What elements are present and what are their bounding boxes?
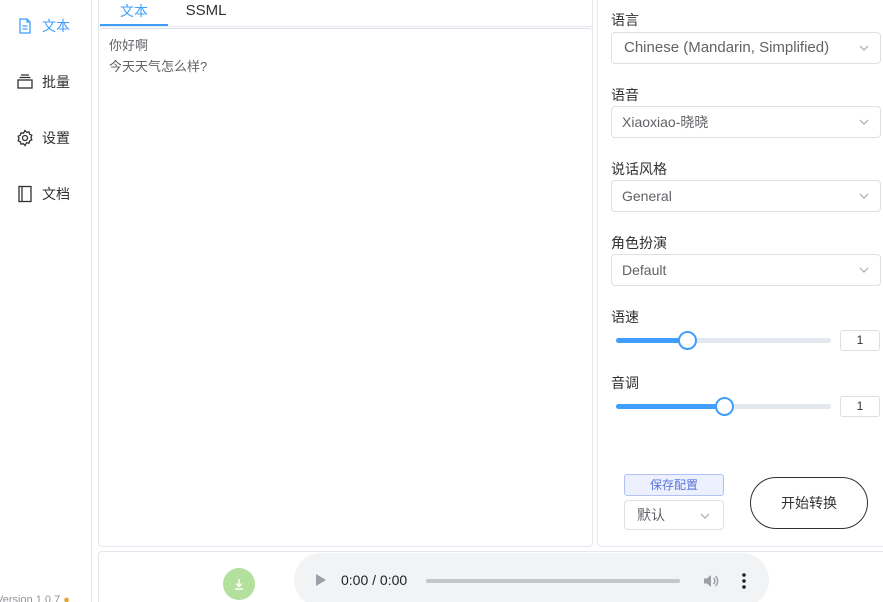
speed-label: 语速 [611,309,639,325]
audio-player: 0:00 / 0:00 [294,553,769,602]
text-input[interactable]: 你好啊 今天天气怎么样? [99,28,592,546]
role-label: 角色扮演 [611,235,667,251]
audio-progress-bar[interactable] [426,579,680,583]
language-select[interactable]: Chinese (Mandarin, Simplified) [611,32,881,64]
language-label: 语言 [611,12,639,28]
sidebar-item-label: 批量 [42,74,70,90]
role-value: Default [622,262,667,278]
speed-input[interactable]: 1 [840,330,880,351]
settings-panel: 语言 Chinese (Mandarin, Simplified) 语音 Xia… [597,0,883,547]
document-icon [16,17,34,35]
player-bar: 0:00 / 0:00 [98,551,883,602]
notebook-icon [16,185,34,203]
pitch-input[interactable]: 1 [840,396,880,417]
style-label: 说话风格 [611,161,667,177]
batch-icon [16,73,34,91]
editor-tabs: 文本 SSML [99,0,592,27]
sidebar: 文本 批量 设置 文档 Version 1.0.7 ● [0,0,92,602]
update-dot-icon: ● [63,594,70,602]
sidebar-item-batch[interactable]: 批量 [16,70,70,94]
sidebar-item-settings[interactable]: 设置 [16,126,70,150]
more-options-icon[interactable] [737,572,751,590]
style-value: General [622,188,672,204]
slider-thumb[interactable] [714,397,734,416]
slider-fill [616,404,724,409]
chevron-down-icon [700,513,710,519]
pitch-slider[interactable] [616,396,831,416]
tab-ssml[interactable]: SSML [177,0,235,26]
download-button[interactable] [223,568,255,600]
download-icon [235,579,243,590]
style-select[interactable]: General [611,180,881,212]
voice-select[interactable]: Xiaoxiao-晓晓 [611,106,881,138]
sidebar-item-label: 文本 [42,18,70,34]
slider-thumb[interactable] [677,331,697,350]
gear-icon [16,129,34,147]
chevron-down-icon [859,119,869,125]
sidebar-item-label: 设置 [42,130,70,146]
preset-value: 默认 [637,507,665,523]
tab-text[interactable]: 文本 [100,0,168,26]
chevron-down-icon [859,193,869,199]
chevron-down-icon [859,45,869,51]
version-label: Version 1.0.7 ● [0,594,70,602]
chevron-down-icon [859,267,869,273]
pitch-label: 音调 [611,375,639,391]
voice-value: Xiaoxiao-晓晓 [622,114,709,130]
play-icon[interactable] [314,573,328,587]
sidebar-item-docs[interactable]: 文档 [16,182,70,206]
voice-label: 语音 [611,87,639,103]
preset-select[interactable]: 默认 [624,500,724,530]
save-config-button[interactable]: 保存配置 [624,474,724,496]
time-display: 0:00 / 0:00 [341,572,408,588]
role-select[interactable]: Default [611,254,881,286]
sidebar-item-label: 文档 [42,186,70,202]
language-value: Chinese (Mandarin, Simplified) [624,39,830,56]
editor-panel: 文本 SSML 你好啊 今天天气怎么样? [98,0,593,547]
speed-slider[interactable] [616,330,831,350]
start-convert-button[interactable]: 开始转换 [750,477,868,529]
sidebar-item-text[interactable]: 文本 [16,14,70,38]
slider-fill [616,338,687,343]
volume-icon[interactable] [702,572,720,590]
